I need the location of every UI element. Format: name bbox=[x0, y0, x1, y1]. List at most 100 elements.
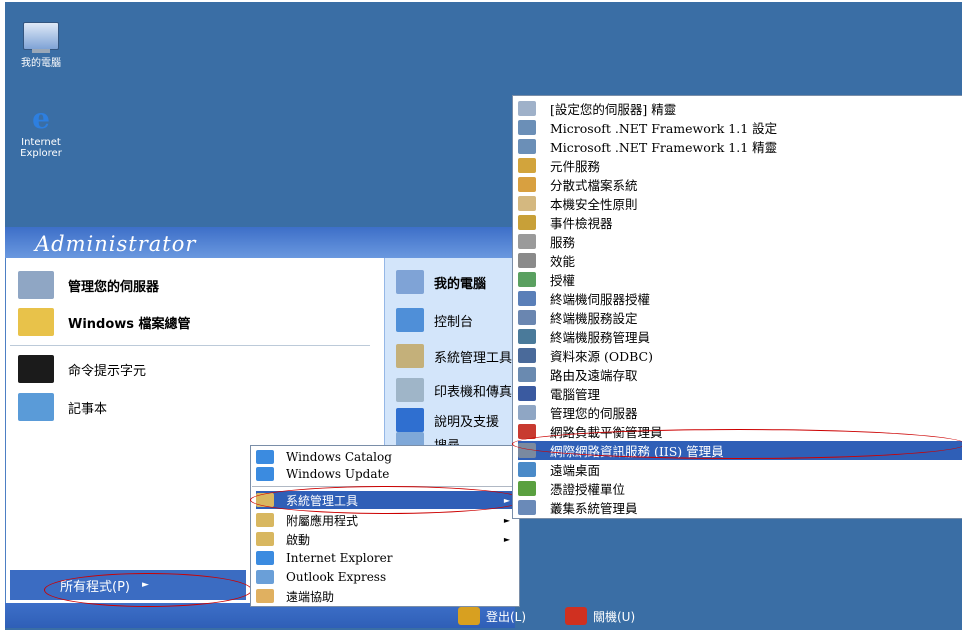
programs-menu-item-label: 啟動 bbox=[286, 532, 311, 547]
start-right-item[interactable]: 印表機和傳真 bbox=[396, 376, 514, 404]
admin-tools-item-label: 事件檢視器 bbox=[550, 216, 613, 231]
programs-menu-item[interactable]: 系統管理工具 ► bbox=[256, 491, 518, 509]
my-computer-icon bbox=[396, 270, 424, 294]
pinned-item[interactable]: Windows 檔案總管 bbox=[18, 305, 191, 339]
admin-tools-item-label: 網路負載平衡管理員 bbox=[550, 425, 663, 440]
manage-server-icon bbox=[18, 271, 54, 299]
admin-tools-item[interactable]: 本機安全性原則 bbox=[518, 194, 962, 213]
manage-server-icon bbox=[518, 405, 536, 420]
ts-manager-icon bbox=[518, 329, 536, 344]
admin-tools-item[interactable]: 路由及遠端存取 bbox=[518, 365, 962, 384]
admin-tools-item[interactable]: [設定您的伺服器] 精靈 bbox=[518, 99, 962, 118]
admin-tools-item-label: 終端機伺服器授權 bbox=[550, 292, 651, 307]
admin-tools-item[interactable]: 叢集系統管理員 bbox=[518, 498, 962, 517]
services-icon bbox=[518, 234, 536, 249]
desktop-icon-my-computer[interactable]: 我的電腦 bbox=[6, 22, 76, 69]
admin-tools-item[interactable]: 服務 bbox=[518, 232, 962, 251]
admin-tools-item[interactable]: 遠端桌面 bbox=[518, 460, 962, 479]
power-icon bbox=[565, 607, 587, 625]
pinned-item-label: 管理您的伺服器 bbox=[68, 279, 160, 295]
admin-tools-item[interactable]: 網際網路資訊服務 (IIS) 管理員 bbox=[518, 441, 962, 460]
recent-item-label: 命令提示字元 bbox=[68, 363, 147, 379]
ts-config-icon bbox=[518, 310, 536, 325]
programs-menu-item-label: Internet Explorer bbox=[286, 551, 393, 565]
odbc-icon bbox=[518, 348, 536, 363]
ie-icon bbox=[256, 551, 274, 565]
start-right-item[interactable]: 系統管理工具 bbox=[396, 342, 514, 370]
admin-tools-item-label: 管理您的伺服器 bbox=[550, 406, 638, 421]
logoff-button[interactable]: 登出(L) bbox=[458, 607, 526, 625]
cmd-icon bbox=[18, 355, 54, 383]
arrow-right-icon: ► bbox=[141, 580, 149, 590]
admin-tools-item[interactable]: 終端機服務設定 bbox=[518, 308, 962, 327]
admin-tools-item-label: 叢集系統管理員 bbox=[550, 501, 638, 516]
admin-tools-item[interactable]: Microsoft .NET Framework 1.1 精靈 bbox=[518, 137, 962, 156]
menu-divider bbox=[252, 486, 516, 487]
admin-tools-item-label: 元件服務 bbox=[550, 159, 601, 174]
programs-menu-item[interactable]: 啟動 ► bbox=[256, 530, 518, 548]
programs-menu-item[interactable]: Outlook Express bbox=[256, 568, 518, 586]
programs-menu-item[interactable]: Internet Explorer bbox=[256, 549, 518, 567]
iis-manager-icon bbox=[518, 443, 536, 458]
admin-tools-item-label: 遠端桌面 bbox=[550, 463, 601, 478]
admin-tools-item[interactable]: 事件檢視器 bbox=[518, 213, 962, 232]
shutdown-label: 關機(U) bbox=[593, 609, 636, 624]
programs-menu-item[interactable]: 附屬應用程式 ► bbox=[256, 511, 518, 529]
desktop-icon-label: Internet bbox=[21, 137, 61, 148]
admin-tools-item-label: 終端機服務設定 bbox=[550, 311, 638, 326]
programs-menu-item[interactable]: 遠端協助 bbox=[256, 587, 518, 605]
admin-tools-item-label: 終端機服務管理員 bbox=[550, 330, 651, 345]
shutdown-button[interactable]: 關機(U) bbox=[565, 607, 635, 625]
programs-menu-item-label: Outlook Express bbox=[286, 570, 387, 584]
admin-tools-item[interactable]: 效能 bbox=[518, 251, 962, 270]
explorer-folder-icon bbox=[18, 308, 54, 336]
start-right-item[interactable]: 我的電腦 bbox=[396, 268, 514, 296]
admin-tools-item-label: 服務 bbox=[550, 235, 576, 250]
pinned-item[interactable]: 管理您的伺服器 bbox=[18, 268, 159, 302]
all-programs-button[interactable]: 所有程式(P) ► bbox=[10, 570, 246, 600]
admin-tools-item-label: 電腦管理 bbox=[550, 387, 601, 402]
nlb-icon bbox=[518, 424, 536, 439]
programs-menu-item-label: 系統管理工具 bbox=[286, 493, 359, 508]
admin-tools-item[interactable]: 管理您的伺服器 bbox=[518, 403, 962, 422]
dotnet-wizard-icon bbox=[518, 139, 536, 154]
admin-tools-item-label: 網際網路資訊服務 (IIS) 管理員 bbox=[550, 444, 724, 459]
arrow-right-icon: ► bbox=[503, 515, 510, 525]
start-right-item-label: 印表機和傳真 bbox=[434, 384, 513, 400]
recent-item[interactable]: 命令提示字元 bbox=[18, 352, 146, 386]
security-policy-icon bbox=[518, 196, 536, 211]
routing-icon bbox=[518, 367, 536, 382]
programs-menu-item[interactable]: Windows Catalog bbox=[256, 448, 518, 466]
dfs-icon bbox=[518, 177, 536, 192]
admin-tools-item[interactable]: 分散式檔案系統 bbox=[518, 175, 962, 194]
admin-tools-item-label: 授權 bbox=[550, 273, 576, 288]
admin-tools-item[interactable]: 元件服務 bbox=[518, 156, 962, 175]
admin-tools-item[interactable]: 電腦管理 bbox=[518, 384, 962, 403]
my-computer-icon bbox=[23, 22, 59, 53]
admin-tools-item[interactable]: 終端機服務管理員 bbox=[518, 327, 962, 346]
admin-tools-item[interactable]: 資料來源 (ODBC) bbox=[518, 346, 962, 365]
admin-tools-item[interactable]: 終端機伺服器授權 bbox=[518, 289, 962, 308]
control-panel-icon bbox=[396, 308, 424, 332]
desktop-icon-label: Explorer bbox=[20, 148, 62, 159]
admin-tools-item[interactable]: 網路負載平衡管理員 bbox=[518, 422, 962, 441]
desktop-icon-ie[interactable]: e Internet Explorer bbox=[6, 104, 76, 160]
admin-tools-item-label: 憑證授權單位 bbox=[550, 482, 626, 497]
admin-tools-item-label: 分散式檔案系統 bbox=[550, 178, 638, 193]
admin-tools-item-label: 本機安全性原則 bbox=[550, 197, 638, 212]
dotnet-config-icon bbox=[518, 120, 536, 135]
admin-tools-item[interactable]: Microsoft .NET Framework 1.1 設定 bbox=[518, 118, 962, 137]
desktop-icon-label: 我的電腦 bbox=[21, 58, 61, 69]
admin-tools-item[interactable]: 憑證授權單位 bbox=[518, 479, 962, 498]
admin-tools-icon bbox=[396, 344, 424, 368]
recent-item[interactable]: 記事本 bbox=[18, 390, 107, 424]
admin-tools-item-label: 資料來源 (ODBC) bbox=[550, 349, 653, 364]
start-right-item[interactable]: 控制台 bbox=[396, 306, 514, 334]
programs-menu-item[interactable]: Windows Update bbox=[256, 465, 518, 483]
admin-tools-item-label: Microsoft .NET Framework 1.1 設定 bbox=[550, 121, 778, 136]
key-icon bbox=[458, 607, 480, 625]
start-menu-header: Administrator bbox=[5, 227, 515, 258]
component-services-icon bbox=[518, 158, 536, 173]
admin-tools-item[interactable]: 授權 bbox=[518, 270, 962, 289]
arrow-right-icon: ► bbox=[503, 495, 510, 505]
